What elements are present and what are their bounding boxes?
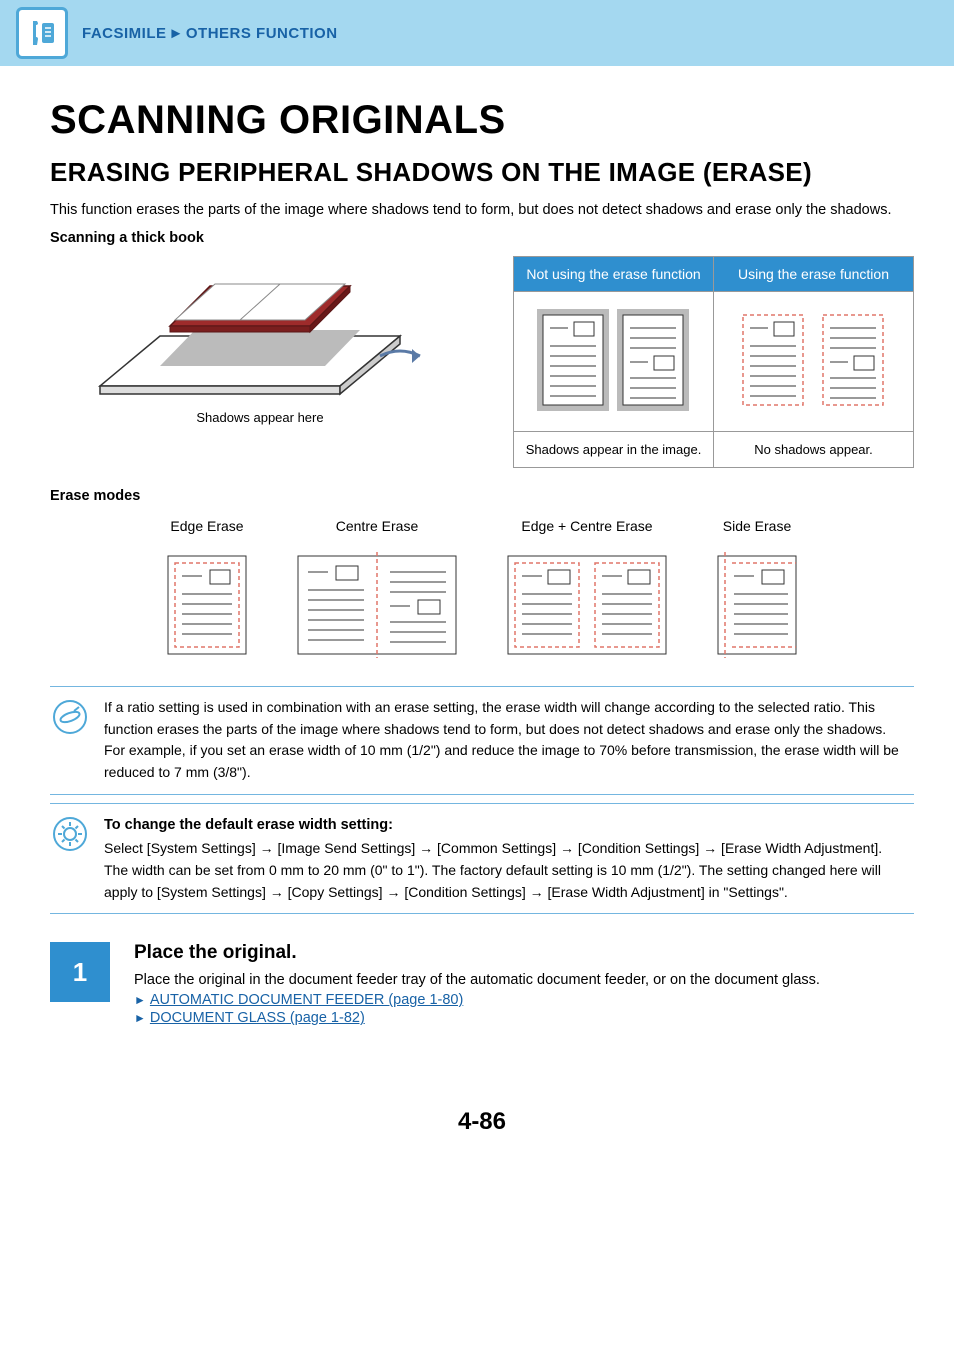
mode-diagram-side bbox=[712, 550, 802, 660]
compare-table: Not using the erase function Using the e… bbox=[513, 256, 914, 468]
thick-book-diagram bbox=[80, 256, 440, 406]
note-settings: To change the default erase width settin… bbox=[50, 803, 914, 915]
mode-label-edge-centre: Edge + Centre Erase bbox=[502, 518, 672, 534]
link-auto-feeder[interactable]: AUTOMATIC DOCUMENT FEEDER (page 1-80) bbox=[150, 992, 463, 1008]
note-settings-p1: Select [System Settings] → [Image Send S… bbox=[104, 838, 908, 860]
link-arrow-icon: ► bbox=[134, 1011, 146, 1025]
mode-label-edge: Edge Erase bbox=[162, 518, 252, 534]
breadcrumb-separator-icon: ► bbox=[169, 25, 184, 42]
mode-label-side: Side Erase bbox=[712, 518, 802, 534]
compare-head-erase: Using the erase function bbox=[714, 256, 914, 291]
compare-image-no-erase bbox=[514, 291, 714, 431]
header-bar: FACSIMILE►OTHERS FUNCTION bbox=[0, 0, 954, 66]
mode-diagram-edge bbox=[162, 550, 252, 660]
section-icon bbox=[16, 7, 68, 59]
step-number: 1 bbox=[50, 942, 110, 1002]
erase-modes-label: Erase modes bbox=[50, 488, 914, 504]
step-title: Place the original. bbox=[134, 942, 820, 964]
breadcrumb-section[interactable]: FACSIMILE bbox=[82, 25, 167, 42]
note-info-p2: For example, if you set an erase width o… bbox=[104, 740, 908, 783]
intro-paragraph: This function erases the parts of the im… bbox=[50, 200, 914, 222]
mode-label-centre: Centre Erase bbox=[292, 518, 462, 534]
mode-diagram-centre bbox=[292, 550, 462, 660]
compare-caption-no-erase: Shadows appear in the image. bbox=[514, 431, 714, 467]
step-1: 1 Place the original. Place the original… bbox=[50, 942, 914, 1028]
page-title: SCANNING ORIGINALS bbox=[50, 98, 914, 143]
book-caption: Shadows appear here bbox=[50, 410, 470, 425]
erase-modes-row: Edge Erase Centre Erase bbox=[50, 518, 914, 660]
compare-head-no-erase: Not using the erase function bbox=[514, 256, 714, 291]
note-info: If a ratio setting is used in combinatio… bbox=[50, 686, 914, 795]
step-body-text: Place the original in the document feede… bbox=[134, 972, 820, 988]
note-info-p1: If a ratio setting is used in combinatio… bbox=[104, 697, 908, 740]
settings-icon bbox=[50, 814, 90, 904]
link-arrow-icon: ► bbox=[134, 993, 146, 1007]
breadcrumb-subsection[interactable]: OTHERS FUNCTION bbox=[186, 25, 338, 42]
note-settings-heading: To change the default erase width settin… bbox=[104, 814, 908, 836]
breadcrumb[interactable]: FACSIMILE►OTHERS FUNCTION bbox=[82, 25, 338, 42]
section-title: ERASING PERIPHERAL SHADOWS ON THE IMAGE … bbox=[50, 157, 914, 188]
mode-diagram-edge-centre bbox=[502, 550, 672, 660]
scanning-caption: Scanning a thick book bbox=[50, 230, 914, 246]
compare-image-erase bbox=[714, 291, 914, 431]
link-document-glass[interactable]: DOCUMENT GLASS (page 1-82) bbox=[150, 1010, 365, 1026]
page-number: 4-86 bbox=[50, 1108, 914, 1136]
compare-caption-erase: No shadows appear. bbox=[714, 431, 914, 467]
note-settings-p2: The width can be set from 0 mm to 20 mm … bbox=[104, 860, 908, 903]
info-icon bbox=[50, 697, 90, 784]
